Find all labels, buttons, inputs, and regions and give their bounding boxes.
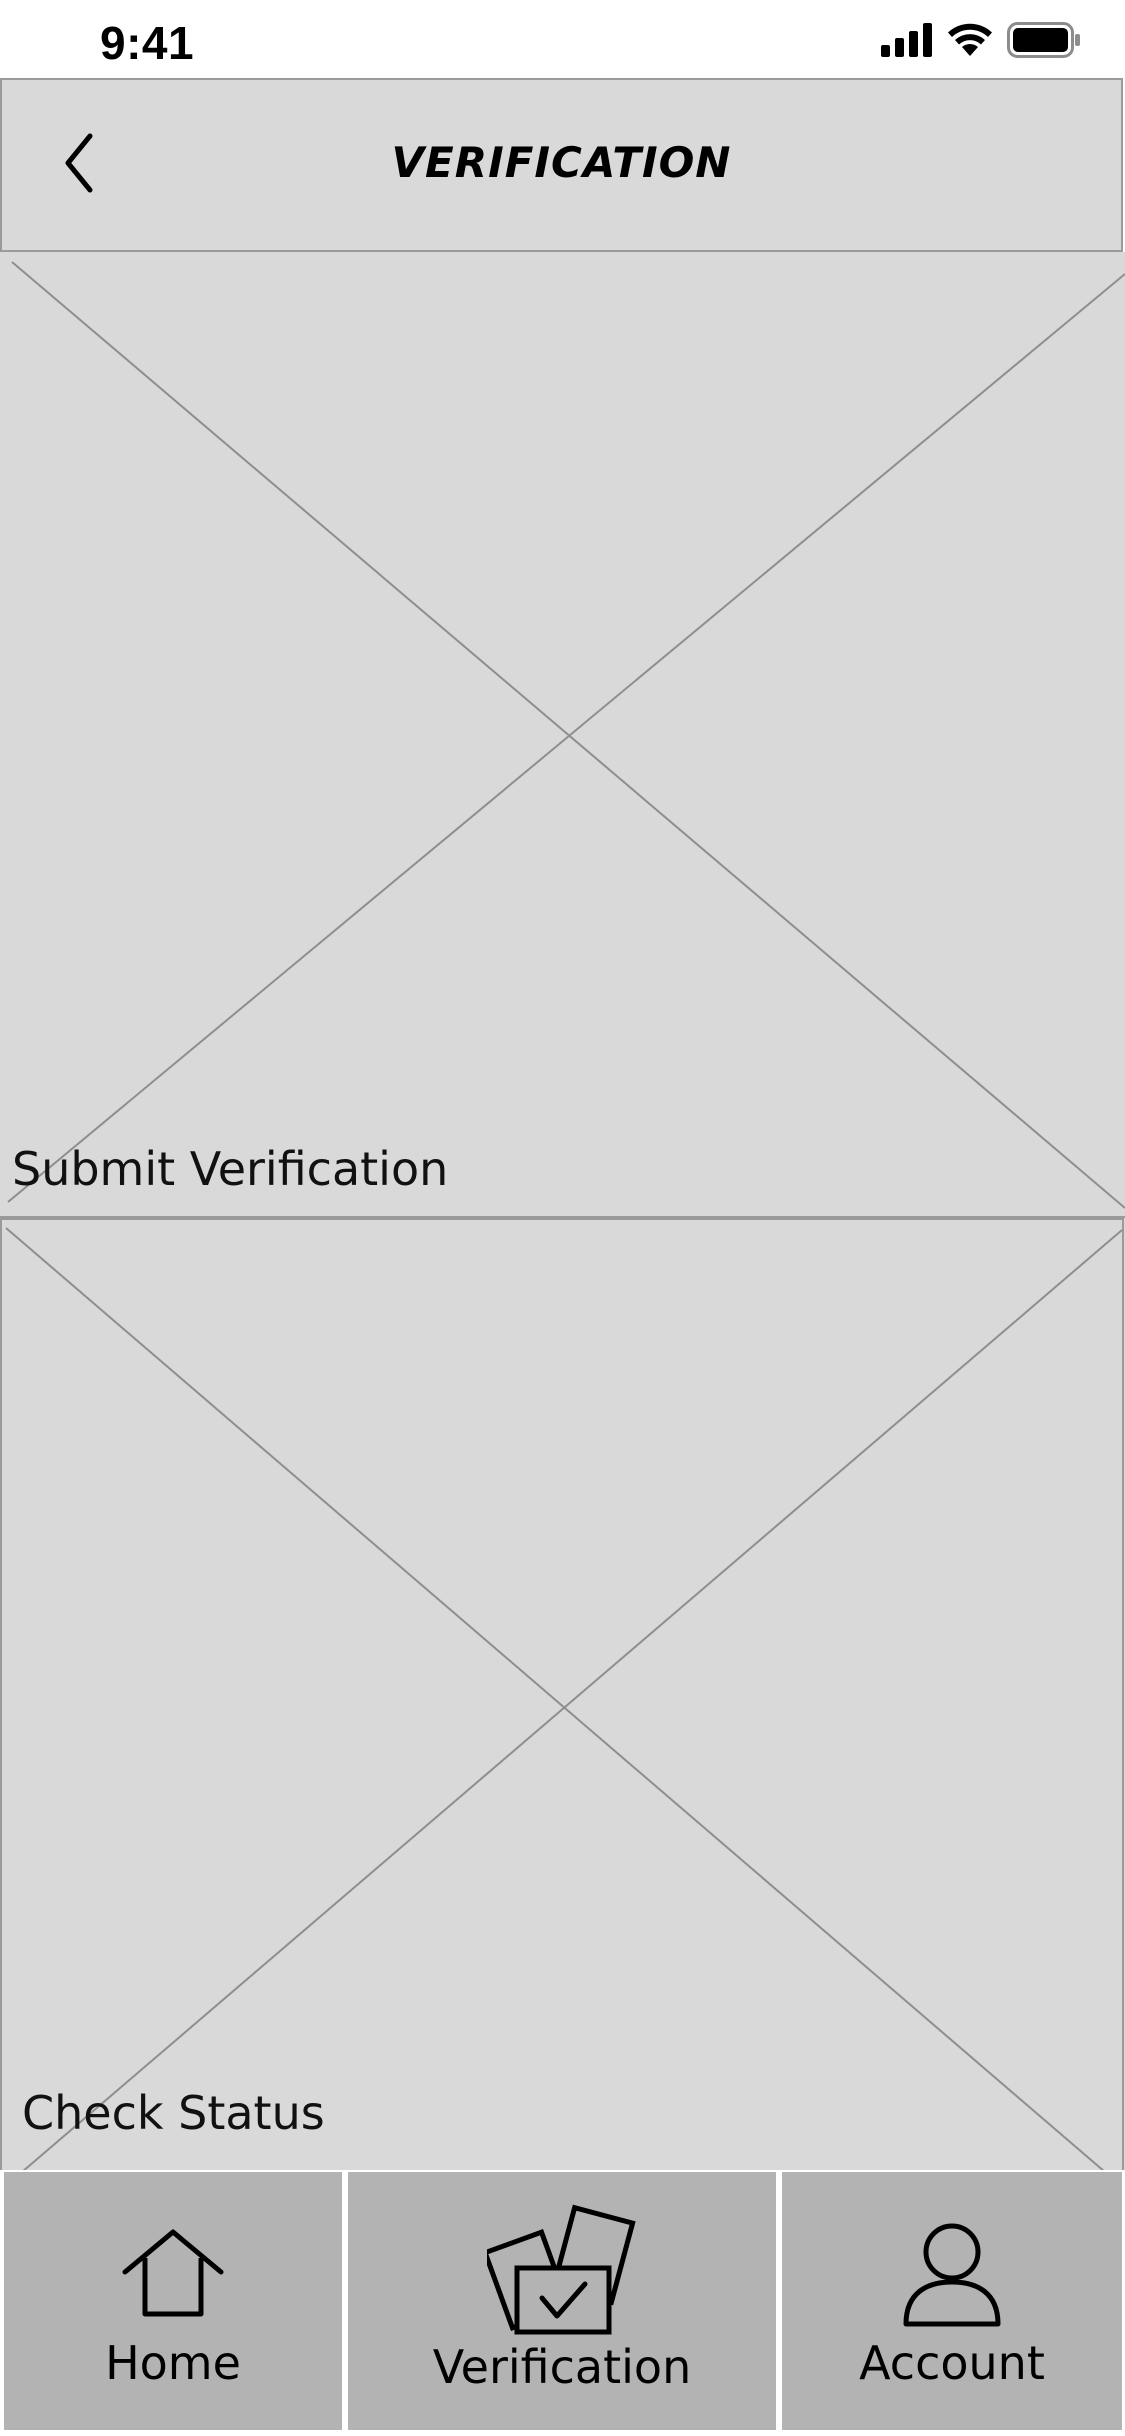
- header-bar: VERIFICATION: [0, 78, 1123, 252]
- image-placeholder-icon: [0, 1218, 1124, 2172]
- nav-label-home: Home: [105, 2336, 241, 2390]
- battery-icon: [1007, 22, 1080, 58]
- verification-documents-icon: [487, 2204, 636, 2335]
- status-icons: [881, 20, 1081, 60]
- check-status-tile[interactable]: Check Status: [0, 1218, 1125, 2172]
- nav-item-verification[interactable]: Verification: [348, 2172, 776, 2430]
- person-icon: [903, 2223, 1001, 2327]
- wifi-icon: [948, 23, 992, 56]
- submit-verification-label: Submit Verification: [12, 1142, 449, 1196]
- home-icon: [122, 2229, 224, 2317]
- check-status-label: Check Status: [22, 2086, 325, 2140]
- nav-label-account: Account: [859, 2336, 1045, 2390]
- status-bar: 9:41: [0, 0, 1125, 78]
- submit-verification-tile[interactable]: Submit Verification: [0, 252, 1125, 1218]
- nav-label-verification: Verification: [432, 2340, 692, 2394]
- page-title: VERIFICATION: [391, 138, 732, 187]
- nav-item-account[interactable]: Account: [782, 2172, 1122, 2430]
- nav-item-home[interactable]: Home: [4, 2172, 342, 2430]
- bottom-nav: Home Verification Account: [0, 2170, 1125, 2436]
- cellular-signal-icon: [881, 23, 932, 57]
- status-time: 9:41: [100, 17, 195, 69]
- image-placeholder-icon: [7, 261, 1125, 1209]
